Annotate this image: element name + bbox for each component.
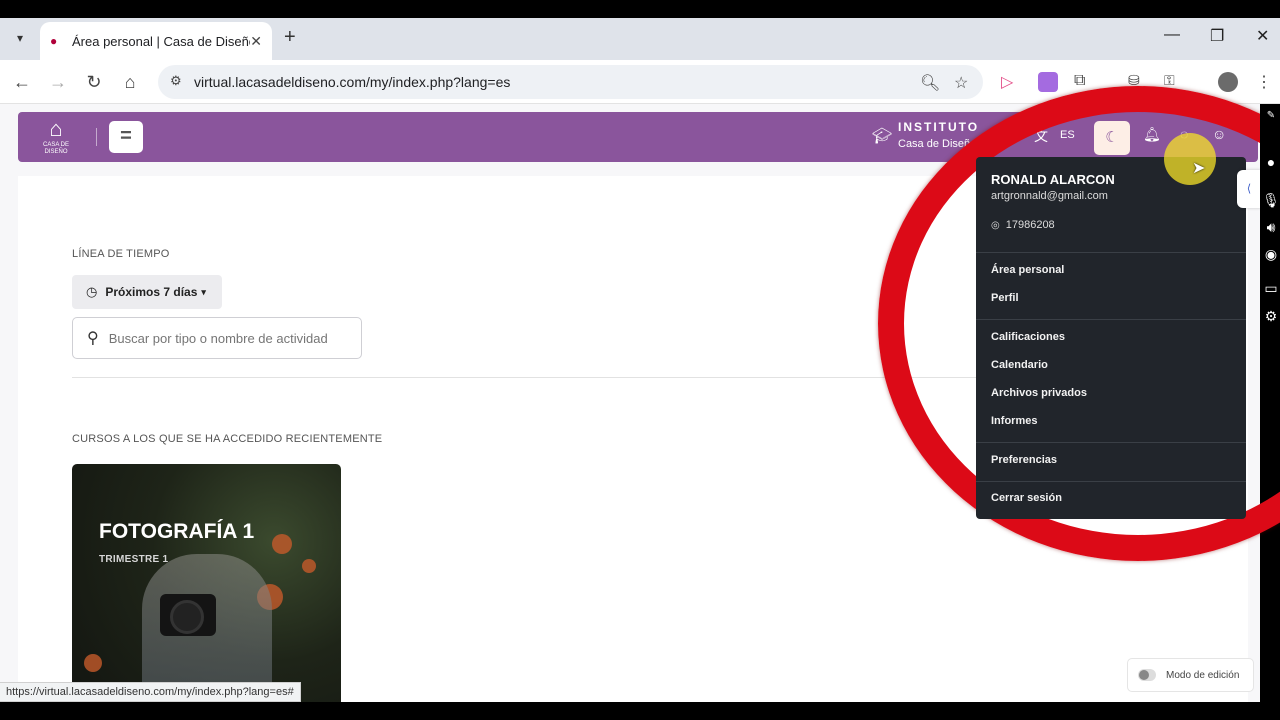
clock-icon: ◷ (86, 284, 98, 299)
menu-item-calendario[interactable]: Calendario (991, 359, 1048, 371)
settings-gear-icon[interactable]: ⚙ (1262, 308, 1280, 326)
user-name: RONALD ALARCON (991, 172, 1115, 187)
logo-text: CASA DE DISEÑO (42, 142, 69, 155)
minimize-icon[interactable]: — (1164, 26, 1180, 44)
menu-item-preferencias[interactable]: Preferencias (991, 454, 1057, 466)
caret-down-icon: ▾ (201, 286, 206, 297)
drawer-open-tab[interactable]: ⟨ (1237, 170, 1261, 208)
timeline-search-input[interactable] (108, 330, 341, 346)
edit-mode-toggle[interactable] (1138, 669, 1156, 681)
browser-tab[interactable]: ● Área personal | Casa de Diseño ✕ (40, 22, 272, 60)
institute-line1: INSTITUTO (898, 120, 980, 134)
site-favicon-icon: ● (50, 34, 58, 48)
card-image-flower (302, 559, 316, 573)
record-icon[interactable]: ● (1262, 154, 1280, 172)
tab-search-icon[interactable]: ▾ (8, 26, 32, 50)
bookmark-star-icon[interactable]: ☆ (954, 73, 968, 93)
browser-menu-icon[interactable]: ⋮ (1256, 72, 1276, 92)
tab-title: Área personal | Casa de Diseño (72, 33, 251, 49)
speaker-icon[interactable]: 🔊︎ (1262, 219, 1280, 237)
edit-mode-switch[interactable]: Modo de edición (1127, 658, 1254, 692)
course-subtitle: TRIMESTRE 1 (99, 554, 169, 565)
card-image-lens (170, 600, 204, 634)
timeline-heading: LÍNEA DE TIEMPO (72, 248, 170, 260)
browser-tab-strip: ▾ ● Área personal | Casa de Diseño ✕ + —… (0, 18, 1280, 60)
hanger-logo-icon: ⌂ (49, 116, 63, 141)
site-logo[interactable]: ⌂ CASA DE DISEÑO (38, 116, 74, 160)
card-image-flower (272, 534, 292, 554)
user-email: artgronnald@gmail.com (991, 190, 1108, 202)
user-id: ◎ 17986208 (991, 219, 1055, 231)
screen-border-bottom (0, 702, 1280, 720)
extension-purple-icon[interactable] (1038, 72, 1058, 92)
user-dropdown-menu: RONALD ALARCON artgronnald@gmail.com ◎ 17… (976, 157, 1246, 519)
screen-border (0, 0, 1280, 18)
pen-icon[interactable]: ✎ (1262, 110, 1280, 128)
timeline-search-box[interactable]: ⚲ (72, 317, 362, 359)
screen: ▾ ● Área personal | Casa de Diseño ✕ + —… (0, 0, 1280, 720)
search-icon: ⚲ (87, 330, 99, 347)
back-icon[interactable]: ← (10, 70, 34, 94)
extension-arrow-icon[interactable]: ▷ (1001, 72, 1021, 92)
drawer-toggle-button[interactable]: = (109, 121, 143, 153)
site-info-icon[interactable]: ⚙ (170, 73, 182, 89)
course-title[interactable]: FOTOGRAFÍA 1 (99, 520, 254, 544)
url-text: virtual.lacasadeldiseno.com/my/index.php… (194, 74, 511, 90)
section-divider (72, 377, 992, 378)
recent-courses-heading: CURSOS A LOS QUE SE HA ACCEDIDO RECIENTE… (72, 433, 383, 445)
menu-divider (976, 319, 1246, 320)
menu-divider (976, 252, 1246, 253)
webcam-icon[interactable]: ◉ (1262, 246, 1280, 264)
restore-icon[interactable]: ❐ (1210, 26, 1224, 46)
recorder-toolbar: ✎ ● 🎙︎ 🔊︎ ◉ ▭ ⚙ (1260, 104, 1280, 334)
profile-avatar-icon[interactable] (1218, 72, 1238, 92)
close-window-icon[interactable]: ✕ (1256, 26, 1269, 46)
header-divider (96, 128, 97, 146)
home-icon[interactable]: ⌂ (118, 70, 142, 94)
edit-mode-label: Modo de edición (1166, 669, 1240, 681)
mouse-pointer-icon: ➤ (1192, 160, 1206, 177)
browser-status-bar: https://virtual.lacasadeldiseno.com/my/i… (0, 682, 301, 702)
menu-item-archivos-privados[interactable]: Archivos privados (991, 387, 1087, 399)
id-icon: ◎ (991, 220, 1000, 231)
timeline-filter-label: Próximos 7 días (105, 285, 198, 299)
user-id-value: 17986208 (1005, 219, 1055, 231)
forward-icon[interactable]: → (46, 70, 70, 94)
timeline-filter-button[interactable]: ◷ Próximos 7 días ▾ (72, 275, 222, 309)
menu-item-calificaciones[interactable]: Calificaciones (991, 331, 1065, 343)
menu-divider (976, 481, 1246, 482)
close-tab-icon[interactable]: ✕ (250, 33, 262, 50)
zoom-icon[interactable]: 🔍︎ (920, 73, 940, 93)
screen-icon[interactable]: ▭ (1262, 280, 1280, 298)
reload-icon[interactable]: ↻ (82, 70, 106, 94)
new-tab-icon[interactable]: + (284, 26, 296, 49)
cursor-highlight (1164, 133, 1216, 185)
menu-item-informes[interactable]: Informes (991, 415, 1037, 427)
menu-divider (976, 442, 1246, 443)
card-image-flower (84, 654, 102, 672)
menu-item-cerrar-sesion[interactable]: Cerrar sesión (991, 492, 1062, 504)
graduation-cap-icon: 🎓︎ (872, 128, 893, 145)
microphone-icon[interactable]: 🎙︎ (1262, 192, 1280, 210)
menu-item-area-personal[interactable]: Área personal (991, 264, 1064, 276)
menu-item-perfil[interactable]: Perfil (991, 292, 1019, 304)
address-bar[interactable]: ⚙ virtual.lacasadeldiseno.com/my/index.p… (158, 65, 983, 99)
